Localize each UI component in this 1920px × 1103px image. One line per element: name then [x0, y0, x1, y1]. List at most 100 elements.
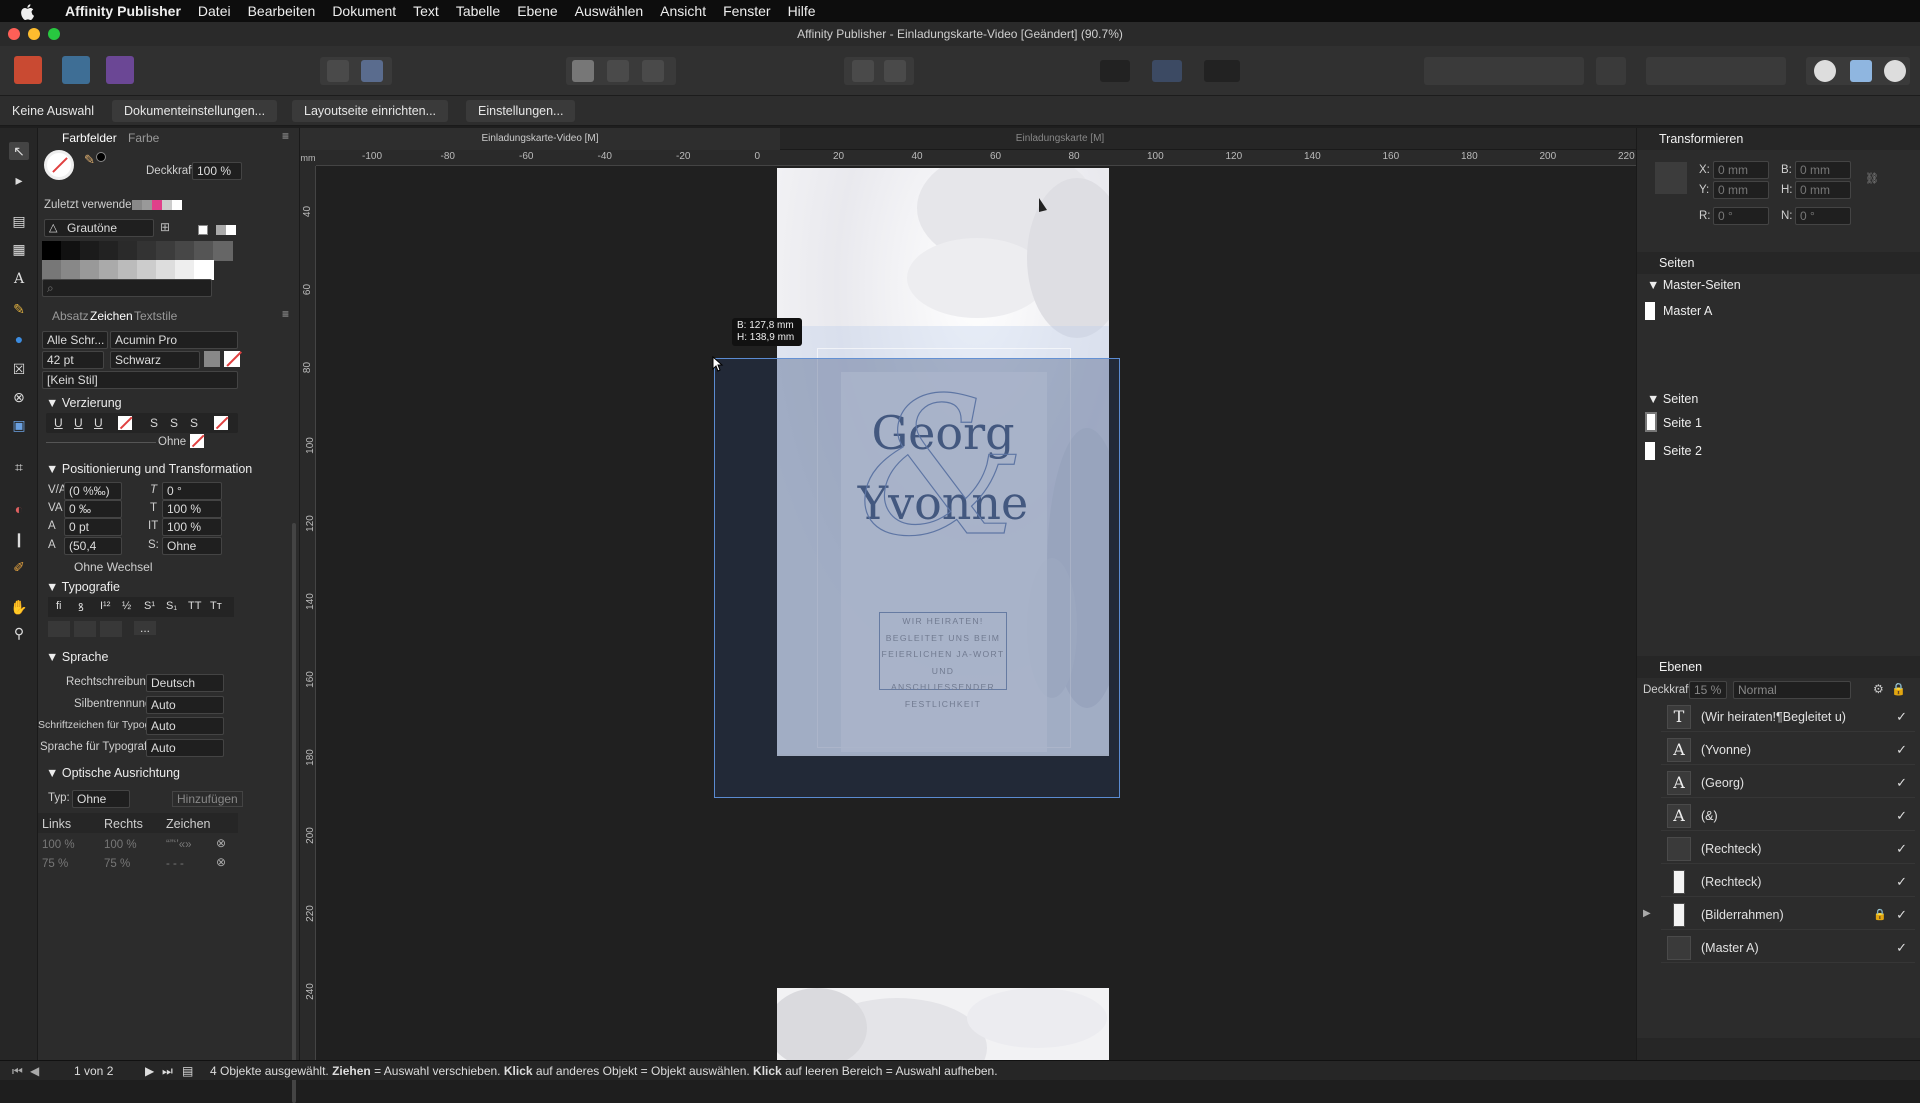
last-page-button[interactable]: ⏭ [162, 1061, 173, 1081]
color-picker-tool-icon[interactable]: ✐ [9, 558, 29, 576]
rotation-field[interactable]: 0 ° [1713, 207, 1769, 225]
gray-swatch[interactable] [216, 225, 226, 235]
layer-visibility-checkbox[interactable]: ✓ [1896, 874, 1907, 890]
vertical-ruler[interactable]: 40 60 80 100 120 140 160 180 200 220 240 [300, 166, 316, 1060]
master-a-label[interactable]: Master A [1663, 304, 1712, 318]
zoom-window-button[interactable] [48, 28, 60, 40]
ligature-option-icon[interactable] [48, 621, 70, 637]
page-2[interactable] [777, 988, 1109, 1060]
tab-paragraph[interactable]: Absatz [52, 309, 89, 323]
typography-glyph-button[interactable]: I¹² [100, 600, 110, 612]
page-list-header[interactable]: ▼ Seiten [1647, 392, 1698, 406]
text-color-swatch[interactable] [204, 351, 220, 367]
layer-visibility-checkbox[interactable]: ✓ [1896, 775, 1907, 791]
strike-color-swatch[interactable] [214, 416, 229, 430]
tab-swatches[interactable]: Farbfelder [62, 131, 117, 145]
remove-row-icon[interactable]: ⊗ [216, 855, 226, 869]
place-image-tool-icon[interactable]: ▣ [9, 416, 29, 434]
gray-swatch[interactable] [61, 260, 81, 280]
publisher-persona-icon[interactable] [14, 56, 42, 84]
preflight-icon[interactable] [1100, 60, 1130, 82]
character-panel-menu-icon[interactable]: ≡ [282, 307, 289, 321]
skew-field[interactable]: 0 ° [162, 482, 222, 500]
pages-header[interactable]: Seiten [1637, 252, 1920, 274]
typography-glyph-button[interactable]: TT [188, 600, 201, 612]
gray-swatch[interactable] [80, 260, 100, 280]
typography-header[interactable]: ▼ Typografie [46, 580, 120, 594]
gray-swatch[interactable] [137, 241, 157, 261]
hyphenation-select[interactable]: Auto [146, 696, 224, 714]
width-field[interactable]: 0 mm [1795, 161, 1851, 179]
preview-icon[interactable] [361, 60, 383, 82]
gray-swatch[interactable] [175, 260, 195, 280]
strikethrough-button[interactable]: S [150, 416, 158, 430]
apple-menu[interactable] [20, 4, 34, 20]
minimize-window-button[interactable] [28, 28, 40, 40]
optical-header[interactable]: ▼ Optische Ausrichtung [46, 766, 180, 780]
hand-tool-icon[interactable]: ✋ [9, 598, 29, 616]
frame-text-tool-icon[interactable]: ▤ [9, 212, 29, 230]
link-icon[interactable]: ⛓ [1865, 172, 1879, 185]
vertical-scale-field[interactable]: 100 % [162, 500, 222, 518]
tab-color[interactable]: Farbe [128, 131, 159, 145]
document-settings-button[interactable]: Dokumenteinstellungen... [112, 100, 278, 122]
opacity-field[interactable]: 100 % [192, 162, 242, 180]
palette-options-icon[interactable]: ⊞ [160, 220, 170, 234]
gray-swatch[interactable] [118, 260, 138, 280]
layer-visibility-checkbox[interactable]: ✓ [1896, 808, 1907, 824]
double-underline-button[interactable]: U [74, 416, 83, 430]
typography-language-select[interactable]: Auto [146, 739, 224, 757]
shape-tool-icon[interactable]: ● [9, 330, 29, 348]
panel-menu-icon[interactable]: ≡ [282, 129, 289, 143]
swash-option-icon[interactable] [100, 621, 122, 637]
prev-page-button[interactable]: ◀ [30, 1061, 39, 1081]
intersect-shapes-icon[interactable] [1884, 60, 1906, 82]
font-size-field[interactable]: 42 pt [42, 351, 104, 369]
crop-tool-icon[interactable]: ⌗ [9, 458, 29, 476]
gray-swatch[interactable] [194, 260, 214, 280]
text-wrap-icon[interactable] [572, 60, 594, 82]
kerning-field[interactable]: 0 ‰ [64, 500, 122, 518]
layer-settings-icon[interactable]: ⚙ [1873, 682, 1884, 696]
typography-glyph-button[interactable]: S₁ [166, 600, 177, 612]
frame-icon[interactable] [642, 60, 664, 82]
shear-field[interactable]: 0 ° [1795, 207, 1851, 225]
picture-frame-tool-icon[interactable]: ☒ [9, 360, 29, 378]
horizontal-ruler[interactable]: -100 -80 -60 -40 -20 0 20 40 60 80 100 120 140 160 180… [300, 150, 1636, 166]
gray-swatch[interactable] [42, 260, 62, 280]
x-field[interactable]: 0 mm [1713, 161, 1769, 179]
layer-row[interactable]: A (Georg) ✓ [1661, 768, 1915, 798]
zoom-tool-icon[interactable]: ⚲ [9, 624, 29, 642]
optical-row2-left[interactable]: 75 % [42, 858, 68, 870]
layout-page-button[interactable]: Layoutseite einrichten... [292, 100, 449, 122]
node-tool-icon[interactable]: ▸ [9, 171, 29, 189]
app-menu[interactable]: Affinity Publisher [65, 3, 181, 19]
height-field[interactable]: 0 mm [1795, 181, 1851, 199]
fill-stroke-well[interactable] [44, 150, 74, 180]
move-tool-icon[interactable]: ↖ [9, 142, 29, 160]
pin-icon[interactable] [852, 60, 874, 82]
page-2-label[interactable]: Seite 2 [1663, 444, 1702, 458]
expand-layer-icon[interactable]: ▶ [1643, 908, 1651, 919]
optical-add-button[interactable]: Hinzufügen [172, 791, 243, 807]
double-strikethrough-button[interactable]: S [170, 416, 178, 430]
horizontal-scale-field[interactable]: 100 % [162, 518, 222, 536]
transparency-tool-icon[interactable]: ❙ [9, 530, 29, 548]
left-panel-scrollbar[interactable] [292, 523, 296, 1103]
font-collection-select[interactable]: Alle Schr... [42, 331, 108, 349]
designer-persona-icon[interactable] [62, 56, 90, 84]
typography-glyph-button[interactable]: fi [56, 600, 62, 612]
language-header[interactable]: ▼ Sprache [46, 650, 108, 664]
menu-hilfe[interactable]: Hilfe [788, 3, 816, 19]
document-canvas[interactable]: Georg Yvonne & WIR HEIRATEN! BEGLEITET U… [300, 128, 1636, 1060]
gray-swatch[interactable] [156, 260, 176, 280]
layer-row[interactable]: A (&) ✓ [1661, 801, 1915, 831]
table-tool-icon[interactable]: ▦ [9, 240, 29, 258]
tab-text-styles[interactable]: Textstile [134, 309, 177, 323]
recent-swatch[interactable] [172, 200, 182, 210]
typography-chars-select[interactable]: Auto [146, 717, 224, 735]
text-highlight-swatch[interactable] [224, 351, 242, 367]
decoration-header[interactable]: ▼ Verzierung [46, 396, 122, 410]
font-family-select[interactable]: Acumin Pro [110, 331, 238, 349]
layer-lock-icon[interactable]: 🔒 [1873, 908, 1887, 921]
